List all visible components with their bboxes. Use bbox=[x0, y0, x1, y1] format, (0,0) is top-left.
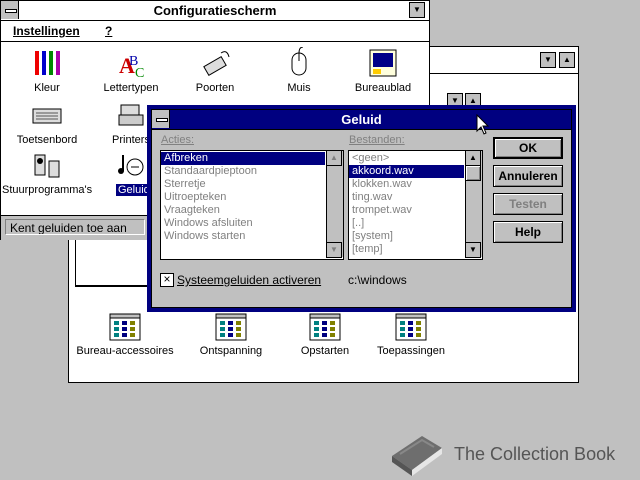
keyboard-icon[interactable] bbox=[31, 99, 63, 131]
dialog-title: Geluid bbox=[341, 112, 382, 127]
icon-label[interactable]: Muis bbox=[254, 82, 344, 94]
menu-instellingen[interactable]: Instellingen bbox=[13, 21, 80, 41]
file-list-item[interactable]: [system] bbox=[349, 230, 464, 243]
system-sounds-label[interactable]: Systeemgeluiden activeren bbox=[177, 273, 321, 287]
files-list[interactable]: <geen> akkoord.wav klokken.wav ting.wav trom… bbox=[348, 150, 483, 260]
menu-bar: Instellingen ? bbox=[1, 21, 429, 42]
events-list[interactable]: Afbreken Standaardpieptoon Sterretje Uitroe… bbox=[160, 150, 344, 260]
window-title: Configuratiescherm bbox=[153, 3, 277, 18]
event-list-item[interactable]: Afbreken bbox=[161, 152, 325, 165]
fonts-icon[interactable]: ABC bbox=[115, 47, 147, 79]
program-group-icon[interactable] bbox=[215, 313, 247, 341]
file-list-item[interactable]: <geen> bbox=[349, 152, 464, 165]
program-group-label[interactable]: Opstarten bbox=[275, 345, 375, 357]
maximize-button[interactable]: ▲ bbox=[559, 52, 575, 68]
watermark: The Collection Book bbox=[388, 430, 638, 478]
program-group-icon[interactable] bbox=[309, 313, 341, 341]
file-list-item[interactable]: trompet.wav bbox=[349, 204, 464, 217]
current-path: c:\windows bbox=[348, 273, 407, 287]
system-sounds-checkbox[interactable]: × bbox=[160, 273, 174, 287]
file-list-item[interactable]: akkoord.wav bbox=[349, 165, 464, 178]
file-list-item[interactable]: [..] bbox=[349, 217, 464, 230]
drivers-icon[interactable] bbox=[31, 149, 63, 181]
event-list-item[interactable]: Windows starten bbox=[161, 230, 325, 243]
printers-icon[interactable] bbox=[115, 99, 147, 131]
event-list-item[interactable]: Uitroepteken bbox=[161, 191, 325, 204]
test-button[interactable]: Testen bbox=[493, 193, 563, 215]
program-group-icon[interactable] bbox=[109, 313, 141, 341]
icon-label[interactable]: Stuurprogramma's bbox=[2, 184, 92, 196]
dialog-body: Geluid Acties: Bestanden: Afbreken Standa… bbox=[151, 109, 572, 308]
icon-label[interactable]: Bureaublad bbox=[338, 82, 428, 94]
watermark-text: The Collection Book bbox=[454, 444, 616, 464]
system-menu-button[interactable] bbox=[1, 1, 19, 19]
mouse-icon[interactable] bbox=[283, 47, 315, 79]
event-list-item[interactable]: Vraagteken bbox=[161, 204, 325, 217]
book-icon bbox=[392, 436, 442, 476]
icon-label[interactable]: Toetsenbord bbox=[2, 134, 92, 146]
ok-button[interactable]: OK bbox=[493, 137, 563, 159]
menu-help[interactable]: ? bbox=[105, 21, 112, 41]
sound-icon[interactable] bbox=[115, 149, 147, 181]
file-list-item[interactable]: [temp] bbox=[349, 243, 464, 256]
help-button[interactable]: Help bbox=[493, 221, 563, 243]
file-list-item[interactable]: klokken.wav bbox=[349, 178, 464, 191]
cancel-button[interactable]: Annuleren bbox=[493, 165, 563, 187]
ports-icon[interactable] bbox=[199, 47, 231, 79]
desktop-icon[interactable] bbox=[367, 47, 399, 79]
files-scroll-up[interactable]: ▲ bbox=[465, 151, 481, 166]
events-scroll-down[interactable]: ▼ bbox=[326, 242, 342, 258]
mouse-cursor-icon bbox=[476, 114, 490, 135]
events-label: Acties: bbox=[161, 134, 195, 146]
files-label: Bestanden: bbox=[349, 134, 405, 146]
files-scroll-down[interactable]: ▼ bbox=[465, 242, 481, 258]
icon-label[interactable]: Lettertypen bbox=[86, 82, 176, 94]
events-scrollbar[interactable]: ▲ ▼ bbox=[326, 151, 343, 258]
control-panel-titlebar[interactable]: Configuratiescherm ▼ bbox=[1, 1, 429, 21]
program-group-label[interactable]: Toepassingen bbox=[361, 345, 461, 357]
icon-label[interactable]: Kleur bbox=[2, 82, 92, 94]
minimize-button[interactable]: ▼ bbox=[409, 2, 425, 18]
event-list-item[interactable]: Sterretje bbox=[161, 178, 325, 191]
color-icon[interactable] bbox=[31, 47, 63, 79]
files-scroll-thumb[interactable] bbox=[465, 165, 481, 181]
minimize-button[interactable]: ▼ bbox=[540, 52, 556, 68]
program-group-label[interactable]: Bureau-accessoires bbox=[75, 345, 175, 357]
file-list-item[interactable]: ting.wav bbox=[349, 191, 464, 204]
dialog-titlebar[interactable]: Geluid bbox=[152, 110, 571, 130]
program-group-icon[interactable] bbox=[395, 313, 427, 341]
files-scrollbar[interactable]: ▲ ▼ bbox=[465, 151, 482, 258]
sound-dialog: Geluid Acties: Bestanden: Afbreken Standa… bbox=[147, 105, 576, 312]
icon-label[interactable]: Poorten bbox=[170, 82, 260, 94]
dialog-system-menu[interactable] bbox=[152, 110, 170, 128]
status-field: Kent geluiden toe aan bbox=[5, 219, 145, 235]
status-text: Kent geluiden toe aan bbox=[10, 221, 127, 235]
svg-text:C: C bbox=[135, 66, 144, 79]
event-list-item[interactable]: Windows afsluiten bbox=[161, 217, 325, 230]
event-list-item[interactable]: Standaardpieptoon bbox=[161, 165, 325, 178]
events-scroll-up[interactable]: ▲ bbox=[326, 151, 342, 166]
program-group-label[interactable]: Ontspanning bbox=[181, 345, 281, 357]
